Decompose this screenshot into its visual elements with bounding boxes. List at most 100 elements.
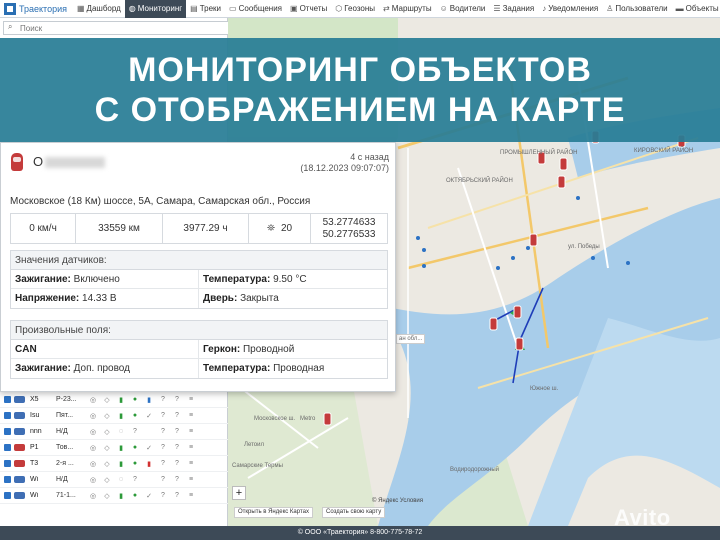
car-icon (14, 492, 25, 499)
logo-text: Траектория (19, 3, 67, 14)
list-item[interactable]: Wi 71-1... ◎ ◇ ▮ ● ✓ ? ? ≡ (0, 488, 228, 504)
nav-users[interactable]: ♙ Пользователи (602, 0, 671, 18)
checkbox[interactable] (4, 412, 11, 419)
list-item[interactable]: Wi Н/Д ◎ ◇ ◌ ? ? ? ≡ (0, 472, 228, 488)
sensor-row: Напряжение: 14.33 В Дверь: Закрыта (11, 289, 387, 308)
sensors-title: Значения датчиков: (11, 251, 387, 270)
checkbox[interactable] (4, 428, 11, 435)
map-copyright[interactable]: © Яндекс Условия (372, 498, 423, 504)
list-item[interactable]: nnn Н/Д ◎ ◇ ◌ ? ? ? ≡ (0, 424, 228, 440)
promo-banner: МОНИТОРИНГ ОБЪЕКТОВ С ОТОБРАЖЕНИЕМ НА КА… (0, 38, 720, 142)
nav-geozones[interactable]: ⬡ Геозоны (331, 0, 379, 18)
help-icon[interactable]: ? (156, 412, 170, 419)
help-icon[interactable]: ? (156, 396, 170, 403)
online-status-icon: ? (133, 428, 137, 435)
nav-routes[interactable]: ⇄ Маршруты (379, 0, 436, 18)
nav-notifications[interactable]: ♪ Уведомления (538, 0, 602, 18)
top-nav: Траектория ▦ Дашборд ◍ Мониторинг ▤ Треки ▭… (0, 0, 720, 18)
nav-dashboard[interactable]: ▦ Дашборд (73, 0, 125, 18)
map-label: Летоил (244, 442, 264, 448)
menu-icon[interactable]: ≡ (184, 428, 198, 435)
custom-fields-title: Произвольные поля: (11, 321, 387, 340)
create-map-button[interactable]: Создать свою карту (322, 507, 386, 518)
satellite-status-icon: ▮ (119, 412, 123, 420)
alert-icon: ▮ (147, 460, 151, 468)
nav-reports[interactable]: ▣ Отчеты (286, 0, 331, 18)
blurred-name (45, 157, 106, 169)
help-icon[interactable]: ? (156, 492, 170, 499)
list-item[interactable]: Isu Пят... ◎ ◇ ▮ ● ✓ ? ? ≡ (0, 408, 228, 424)
map-popup-fragment[interactable]: ан обл... (396, 334, 426, 344)
checkbox[interactable] (4, 460, 11, 467)
help-icon[interactable]: ? (170, 492, 184, 499)
menu-icon[interactable]: ≡ (184, 476, 198, 483)
menu-icon[interactable]: ≡ (184, 396, 198, 403)
satellite-status-icon: ▮ (119, 396, 123, 404)
object-info-popup: О 4 с назад (18.12.2023 09:07:07) Москов… (0, 142, 396, 392)
sensors-section: Значения датчиков: Зажигание: Включено Т… (10, 250, 388, 309)
nav-drivers[interactable]: ☺ Водители (436, 0, 490, 18)
sensor-icon: ◇ (104, 428, 110, 436)
checkbox[interactable] (4, 492, 11, 499)
menu-icon[interactable]: ≡ (184, 460, 198, 467)
nav-tasks[interactable]: ☰ Задания (489, 0, 538, 18)
satellite-status-icon: ▮ (119, 492, 123, 500)
help-icon[interactable]: ? (156, 460, 170, 467)
nav-objects[interactable]: ▬ Объекты (672, 0, 720, 18)
nav-monitoring[interactable]: ◍ Мониторинг (124, 0, 187, 18)
help-icon[interactable]: ? (170, 476, 184, 483)
menu-icon[interactable]: ≡ (184, 444, 198, 451)
car-icon (14, 476, 25, 483)
custom-fields-section: Произвольные поля: CAN Геркон: Проводной… (10, 320, 388, 379)
banner-line-1: МОНИТОРИНГ ОБЪЕКТОВ (128, 51, 592, 89)
open-in-yandex-button[interactable]: Открыть в Яндекс Картах (234, 507, 313, 518)
menu-icon[interactable]: ≡ (184, 412, 198, 419)
logo-icon (4, 2, 16, 15)
help-icon[interactable]: ? (170, 396, 184, 403)
car-icon (14, 396, 25, 403)
satellites: ⛯ 20 (249, 214, 311, 243)
list-item[interactable]: Т3 2-я ... ◎ ◇ ▮ ● ▮ ? ? ≡ (0, 456, 228, 472)
checkbox[interactable] (4, 396, 11, 403)
list-item[interactable]: Р1 Тов... ◎ ◇ ▮ ● ✓ ? ? ≡ (0, 440, 228, 456)
online-status-icon: ● (132, 492, 138, 499)
sensor-icon: ◇ (104, 444, 110, 452)
sensor-icon: ◇ (104, 492, 110, 500)
map-label: Metro (300, 416, 316, 422)
car-icon (11, 153, 23, 171)
help-icon[interactable]: ? (156, 428, 170, 435)
map-label: ОКТЯБРЬСКИЙ РАЙОН (446, 178, 513, 184)
globe-icon: ◍ (128, 4, 136, 13)
geozone-icon: ⬡ (335, 4, 343, 13)
satellite-status-icon: ◌ (118, 428, 124, 435)
satellite-status-icon: ▮ (119, 460, 123, 468)
ignition-icon: ◎ (89, 412, 97, 420)
search-input[interactable] (3, 21, 231, 35)
tasks-icon: ☰ (493, 4, 501, 13)
help-icon[interactable]: ? (170, 412, 184, 419)
coordinates: 53.2774633 50.2776533 (322, 216, 376, 240)
help-icon[interactable]: ? (170, 444, 184, 451)
ignition-icon: ◎ (89, 492, 97, 500)
zoom-in-button[interactable]: + (232, 486, 246, 500)
nav-messages[interactable]: ▭ Сообщения (225, 0, 286, 18)
object-name: О (33, 154, 106, 169)
help-icon[interactable]: ? (170, 428, 184, 435)
help-icon[interactable]: ? (156, 444, 170, 451)
list-item[interactable]: Х5 Р-23... ◎ ◇ ▮ ● ▮ ? ? ≡ (0, 392, 228, 408)
help-icon[interactable]: ? (156, 476, 170, 483)
logo[interactable]: Траектория (0, 0, 73, 18)
help-icon[interactable]: ? (170, 460, 184, 467)
checkbox[interactable] (4, 444, 11, 451)
sensor-row: Зажигание: Включено Температура: 9.50 °С (11, 270, 387, 289)
object-address: Московское (18 Км) шоссе, 5А, Самара, Са… (10, 196, 311, 207)
menu-icon[interactable]: ≡ (184, 492, 198, 499)
nav-tracks[interactable]: ▤ Треки (186, 0, 225, 18)
sensor-icon: ◇ (104, 396, 110, 404)
map-label: Московское ш. (254, 416, 296, 422)
map-label: КИРОВСКИЙ РАЙОН (634, 148, 694, 154)
online-status-icon: ● (132, 412, 138, 419)
ignition-icon: ◎ (89, 396, 97, 404)
checkbox[interactable] (4, 476, 11, 483)
mileage-value: 33559 км (76, 214, 163, 243)
